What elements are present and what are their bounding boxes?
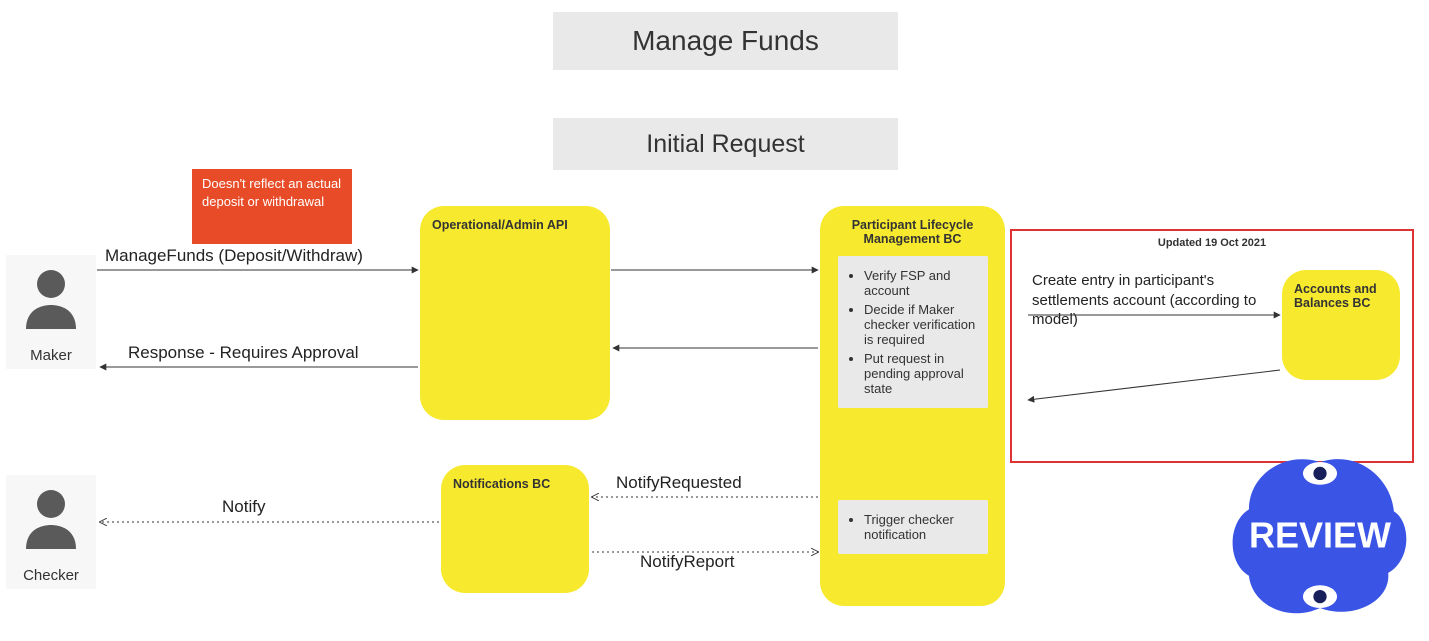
update-entry: Create entry in participant's settlement…	[1032, 271, 1272, 330]
warning-note: Doesn't reflect an actual deposit or wit…	[192, 169, 352, 244]
actor-maker: Maker	[6, 255, 96, 369]
plm-step-b: Decide if Maker checker verification is …	[864, 302, 978, 347]
node-plm-title: Participant Lifecycle Management BC	[832, 218, 993, 246]
node-notif-title: Notifications BC	[453, 477, 577, 491]
actor-checker: Checker	[6, 475, 96, 589]
update-stamp: Updated 19 Oct 2021	[1012, 237, 1412, 249]
actor-maker-label: Maker	[6, 343, 96, 369]
msg-notify-requested: NotifyRequested	[616, 473, 742, 493]
plm-step-c: Put request in pending approval state	[864, 351, 978, 396]
plm-step-a: Verify FSP and account	[864, 268, 978, 298]
node-api: Operational/Admin API	[420, 206, 610, 420]
subtitle-banner: Initial Request	[553, 118, 898, 170]
msg-notify: Notify	[222, 497, 265, 517]
plm-trigger-item: Trigger checker notification	[864, 512, 978, 542]
node-acct-title: Accounts and Balances BC	[1294, 282, 1388, 310]
person-icon	[24, 487, 78, 551]
node-acct: Accounts and Balances BC	[1282, 270, 1400, 380]
title-banner: Manage Funds	[553, 12, 898, 70]
plm-steps: Verify FSP and account Decide if Maker c…	[838, 256, 988, 408]
node-notif: Notifications BC	[441, 465, 589, 593]
person-icon	[24, 267, 78, 331]
node-api-title: Operational/Admin API	[432, 218, 598, 232]
review-badge: REVIEW	[1225, 445, 1415, 625]
msg-requires-approval: Response - Requires Approval	[128, 343, 359, 363]
msg-manage-funds: ManageFunds (Deposit/Withdraw)	[105, 246, 363, 266]
review-badge-text: REVIEW	[1249, 514, 1391, 555]
msg-notify-report: NotifyReport	[640, 552, 734, 572]
plm-trigger: Trigger checker notification	[838, 500, 988, 554]
actor-checker-label: Checker	[6, 563, 96, 589]
